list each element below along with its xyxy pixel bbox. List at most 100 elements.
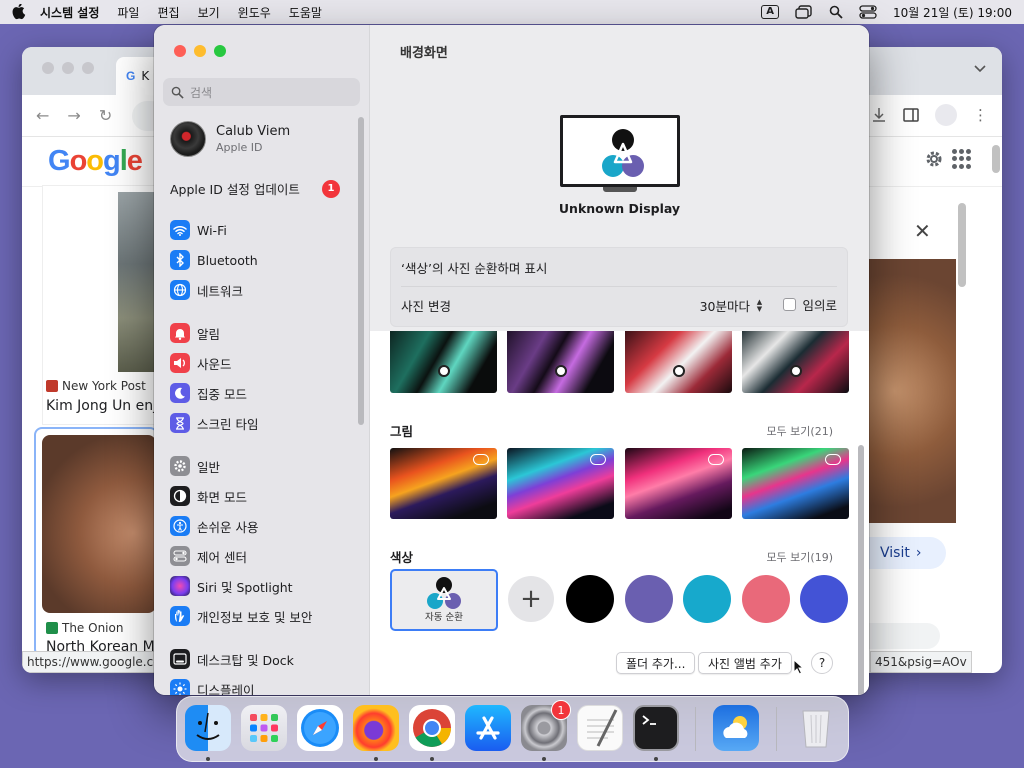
random-order-checkbox[interactable] (783, 298, 797, 311)
more-menu-icon[interactable]: ⋮ (973, 106, 988, 124)
close-icon[interactable]: ✕ (914, 219, 931, 243)
menu-edit[interactable]: 편집 (157, 4, 179, 21)
add-folder-button[interactable]: 폴더 추가... (616, 652, 696, 674)
chrome-zoom-dot[interactable] (82, 62, 94, 74)
page-scrollbar[interactable] (992, 145, 1000, 173)
apple-id-account[interactable]: Calub Viem Apple ID (170, 121, 290, 157)
cloud-download-icon[interactable] (825, 454, 841, 465)
cloud-download-icon[interactable] (708, 454, 724, 465)
input-source-icon[interactable]: A (761, 5, 779, 19)
dock-separator (776, 707, 777, 751)
sidebar-item-privacy[interactable]: 개인정보 보호 및 보안 (170, 606, 312, 626)
shuffle-description: ‘색상’의 사진 순환하며 표시 (401, 261, 548, 276)
sidebar-item-bluetooth[interactable]: Bluetooth (170, 250, 258, 270)
google-apps-icon[interactable] (952, 149, 972, 169)
wallpaper-thumbnail[interactable] (390, 448, 497, 519)
news-headline[interactable]: Kim Jong Un enjo (46, 398, 156, 414)
dock-firefox-icon[interactable] (353, 705, 399, 751)
dock-weather-icon[interactable] (713, 705, 759, 751)
zoom-window-icon[interactable] (214, 45, 226, 57)
visit-button[interactable]: Visit › (868, 537, 946, 569)
side-panel-icon[interactable] (903, 108, 919, 122)
close-window-icon[interactable] (174, 45, 186, 57)
color-swatch-purple[interactable] (625, 575, 673, 623)
wallpaper-thumbnail[interactable] (625, 448, 732, 519)
dock-safari-icon[interactable] (297, 705, 343, 751)
cloud-download-icon[interactable] (473, 454, 489, 465)
sidebar-item-sound[interactable]: 사운드 (170, 353, 232, 373)
sidebar-item-general[interactable]: 일반 (170, 456, 220, 476)
preview-action-button[interactable] (868, 623, 940, 649)
control-center-icon[interactable] (859, 5, 877, 19)
cloud-download-icon[interactable] (590, 454, 606, 465)
reload-icon[interactable]: ↻ (99, 106, 112, 125)
settings-gear-icon[interactable] (924, 149, 944, 169)
profile-avatar-icon[interactable] (935, 104, 957, 126)
sidebar-item-network[interactable]: 네트워크 (170, 280, 243, 300)
sidebar-item-displays[interactable]: 디스플레이 (170, 679, 255, 695)
dock-launchpad-icon[interactable] (241, 705, 287, 751)
wallpaper-thumbnail[interactable] (507, 448, 614, 519)
menu-window[interactable]: 윈도우 (238, 4, 271, 21)
add-color-button[interactable]: + (508, 576, 554, 622)
download-icon[interactable] (871, 107, 887, 123)
menu-file[interactable]: 파일 (117, 4, 139, 21)
panel-scrollbar[interactable] (958, 203, 966, 287)
sidebar-item-label: 사운드 (197, 356, 232, 372)
see-all-colors-link[interactable]: 모두 보기(19) (766, 549, 833, 565)
forward-arrow-icon[interactable]: → (67, 106, 80, 125)
dock-trash-icon[interactable] (793, 705, 839, 751)
sidebar-item-appearance[interactable]: 화면 모드 (170, 486, 247, 506)
minimize-window-icon[interactable] (194, 45, 206, 57)
see-all-pictures-link[interactable]: 모두 보기(21) (766, 423, 833, 439)
gallery-scrollbar[interactable] (858, 445, 864, 695)
apple-menu-icon[interactable] (12, 4, 26, 20)
stage-manager-icon[interactable] (795, 5, 813, 19)
help-button[interactable]: ? (811, 652, 833, 674)
color-swatch-cyan[interactable] (683, 575, 731, 623)
auto-rotate-tile[interactable]: 자동 순환 (390, 569, 498, 631)
tab-search-chevron-icon[interactable] (974, 65, 986, 73)
sidebar-item-accessibility[interactable]: 손쉬운 사용 (170, 516, 258, 536)
sidebar-item-focus[interactable]: 집중 모드 (170, 383, 247, 403)
menu-help[interactable]: 도움말 (289, 4, 322, 21)
dock-app-store-icon[interactable] (465, 705, 511, 751)
menu-view[interactable]: 보기 (198, 4, 220, 21)
google-logo[interactable]: Google (48, 145, 143, 178)
sidebar-item-desktop-dock[interactable]: 데스크탑 및 Dock (170, 649, 294, 669)
news-source-label: New York Post (62, 379, 146, 393)
menu-app-name[interactable]: 시스템 설정 (40, 4, 99, 21)
sidebar-item-wifi[interactable]: Wi-Fi (170, 220, 227, 240)
dock-chrome-icon[interactable] (409, 705, 455, 751)
random-order-toggle[interactable]: 임의로 (783, 295, 837, 314)
apple-id-update-item[interactable]: Apple ID 설정 업데이트 1 (170, 179, 340, 198)
preview-image[interactable] (868, 259, 956, 523)
sidebar-scrollbar[interactable] (358, 117, 364, 425)
add-photo-album-button[interactable]: 사진 앨범 추가 (698, 652, 792, 674)
chrome-minimize-dot[interactable] (62, 62, 74, 74)
sidebar-item-screen-time[interactable]: 스크린 타임 (170, 413, 258, 433)
back-arrow-icon[interactable]: ← (36, 106, 49, 125)
settings-search-field[interactable]: 검색 (163, 78, 360, 106)
wallpaper-thumbnail[interactable] (625, 331, 732, 393)
wallpaper-thumbnail[interactable] (742, 331, 849, 393)
dock-textedit-icon[interactable] (577, 705, 623, 751)
sidebar-item-control-center[interactable]: 제어 센터 (170, 546, 247, 566)
mouse-pointer-icon (793, 659, 805, 675)
menu-clock[interactable]: 10월 21일 (토) 19:00 (893, 4, 1012, 21)
wallpaper-thumbnail[interactable] (507, 331, 614, 393)
spotlight-search-icon[interactable] (829, 5, 843, 19)
color-swatch-blue[interactable] (800, 575, 848, 623)
wallpaper-thumbnail[interactable] (742, 448, 849, 519)
sidebar-item-notifications[interactable]: 알림 (170, 323, 220, 343)
dock-finder-icon[interactable] (185, 705, 231, 751)
chrome-close-dot[interactable] (42, 62, 54, 74)
wallpaper-thumbnail[interactable] (390, 331, 497, 393)
color-swatch-black[interactable] (566, 575, 614, 623)
change-interval-popup[interactable]: 30분마다 ▲ ▼ (700, 296, 765, 315)
sidebar-item-siri-spotlight[interactable]: Siri 및 Spotlight (170, 576, 293, 596)
color-swatch-pink[interactable] (742, 575, 790, 623)
running-indicator (430, 757, 434, 761)
dock-terminal-icon[interactable] (633, 705, 679, 751)
monitor-preview[interactable] (560, 115, 680, 187)
